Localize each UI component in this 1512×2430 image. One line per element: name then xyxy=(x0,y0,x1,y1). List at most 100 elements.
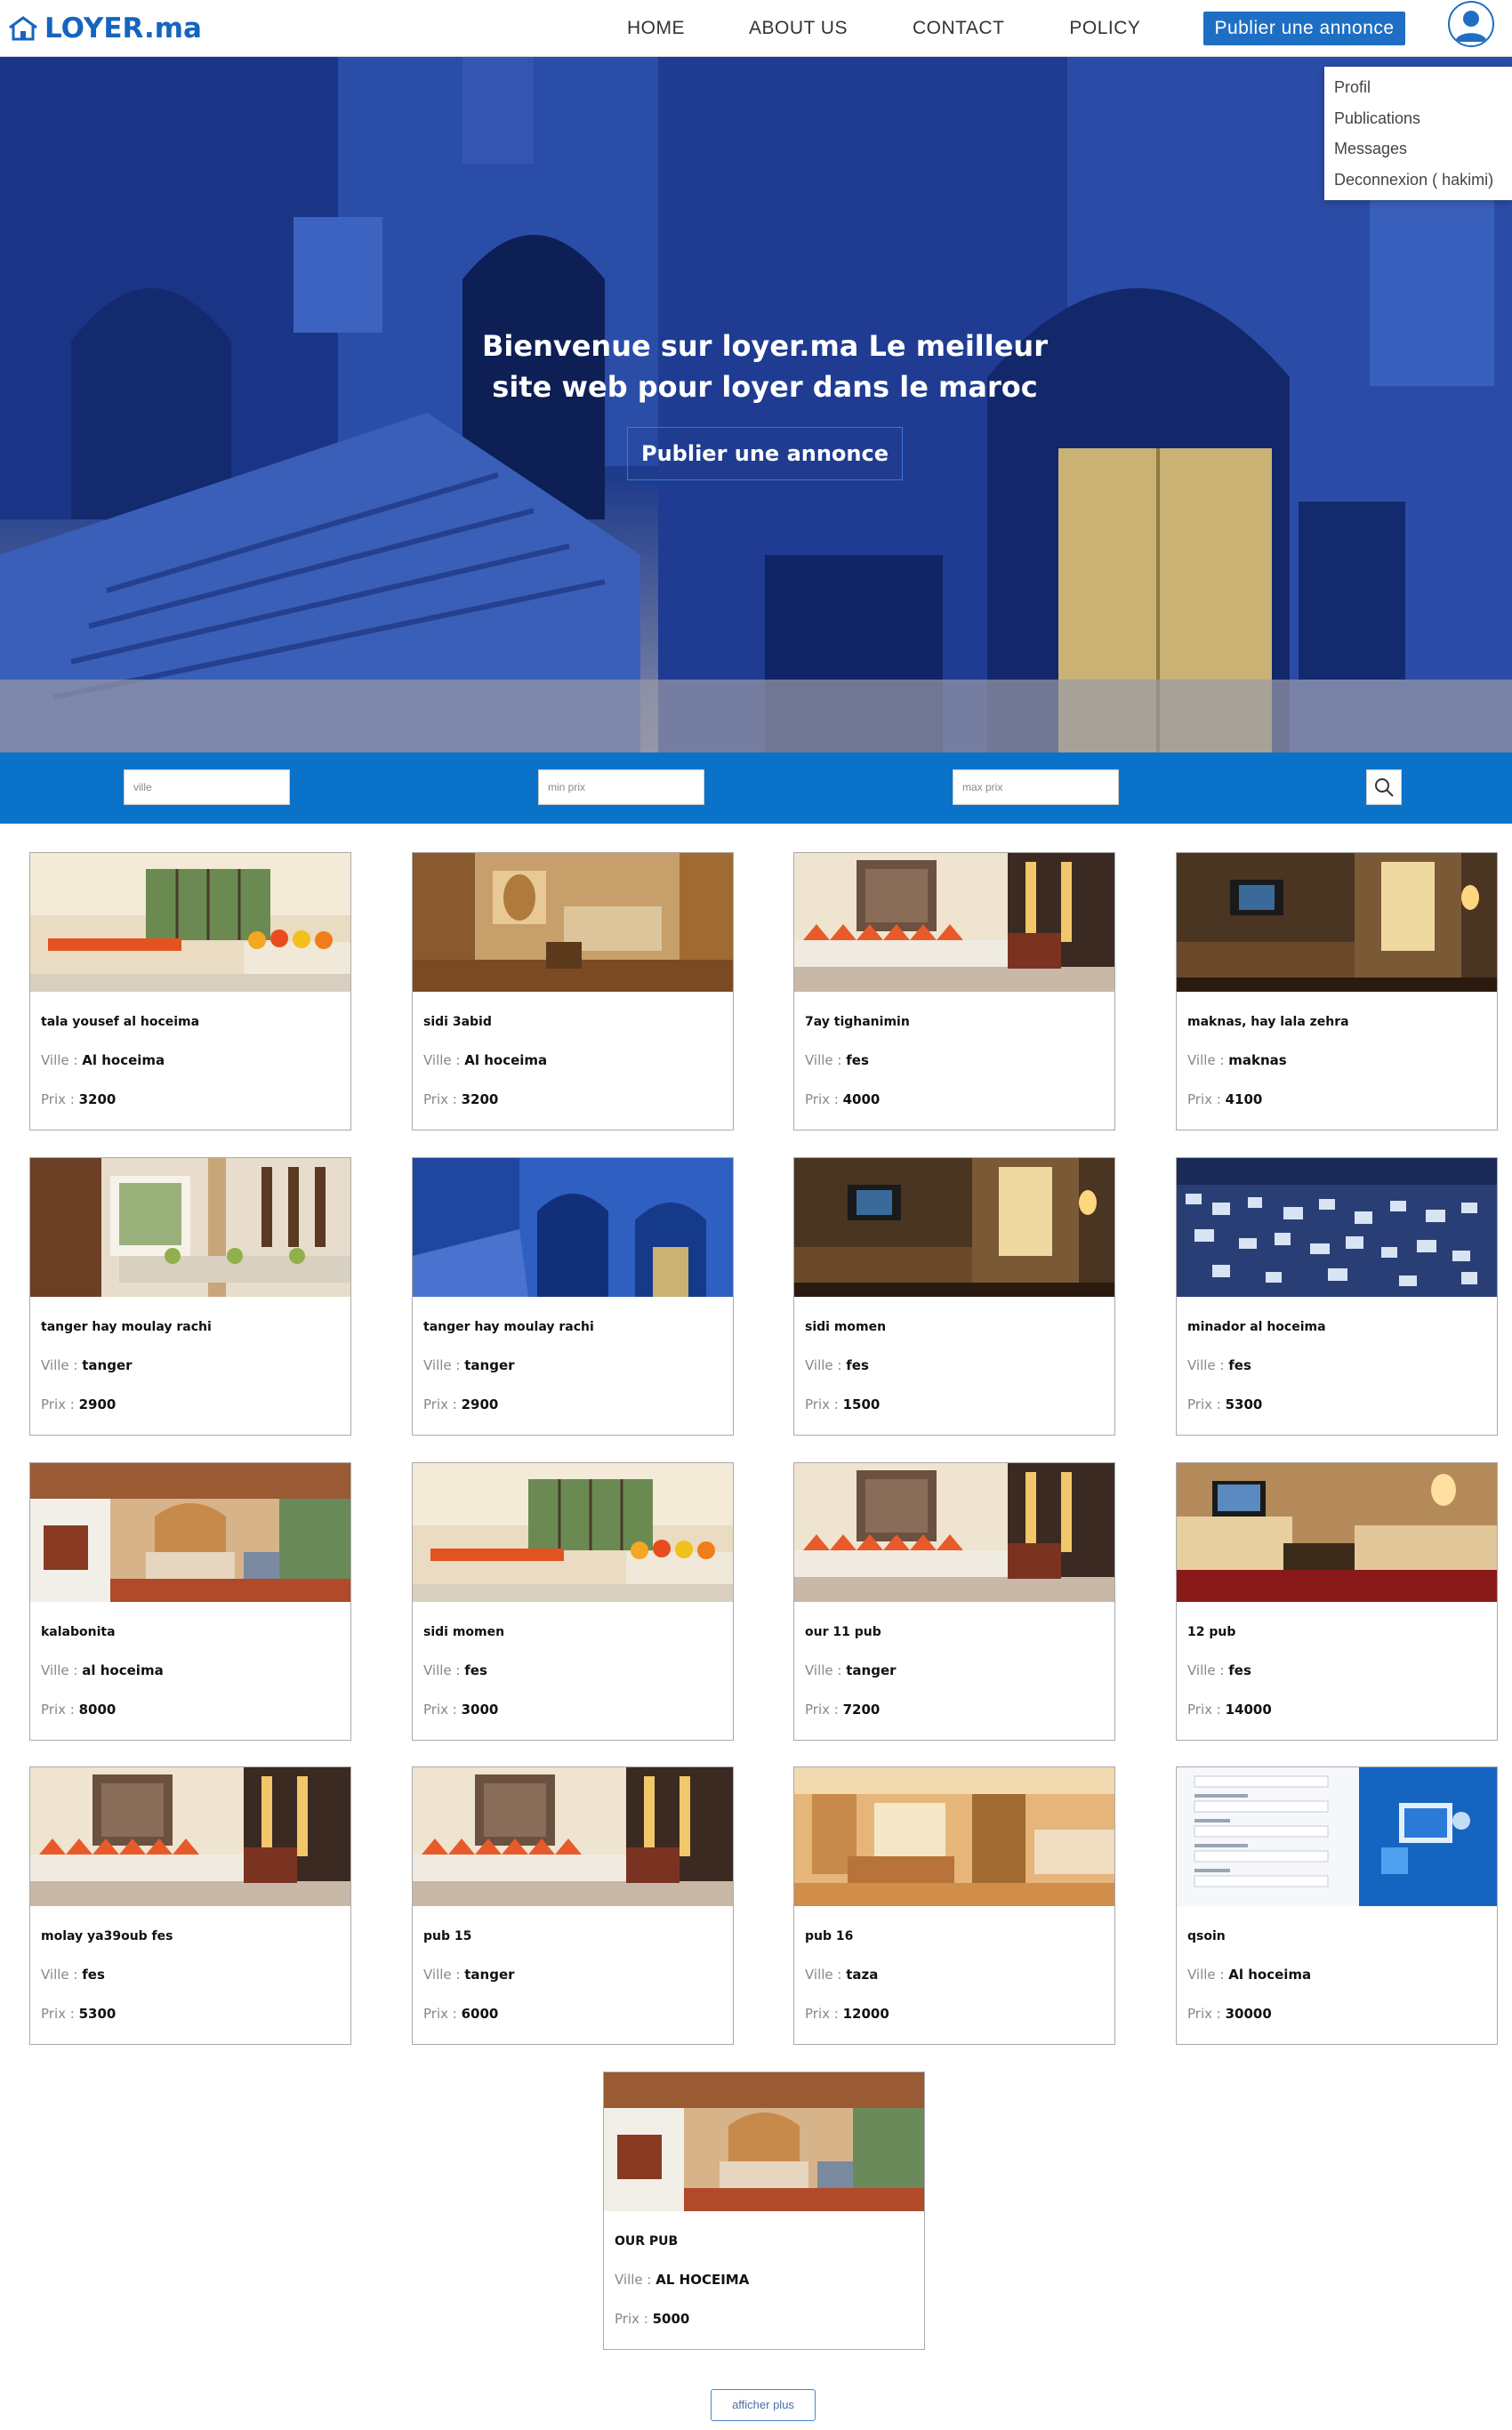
listing-city: Ville : fes xyxy=(805,1052,869,1068)
listing-card[interactable]: OUR PUB Ville : AL HOCEIMA Prix : 5000 xyxy=(603,2072,925,2350)
listing-price: Prix : 6000 xyxy=(423,2006,498,2022)
ville-label: Ville : xyxy=(1187,1662,1229,1678)
listing-card[interactable]: pub 15 Ville : tanger Prix : 6000 xyxy=(412,1766,734,2045)
listing-card[interactable]: kalabonita Ville : al hoceima Prix : 8000 xyxy=(29,1462,351,1741)
listing-price-value: 4100 xyxy=(1225,1091,1263,1107)
main-nav: HOME ABOUT US CONTACT POLICY Publier une… xyxy=(627,0,1405,57)
ville-label: Ville : xyxy=(615,2272,656,2288)
listing-photo xyxy=(1177,1158,1497,1297)
listing-card[interactable]: tanger hay moulay rachi Ville : tanger Pri… xyxy=(29,1157,351,1436)
logo-text: LOYER.ma xyxy=(44,12,202,44)
listing-photo xyxy=(413,1463,733,1602)
ville-input[interactable] xyxy=(124,769,290,805)
hero-title: Bienvenue sur loyer.ma Le meilleur site … xyxy=(0,326,1512,407)
nav-about-us[interactable]: ABOUT US xyxy=(749,18,848,39)
prix-label: Prix : xyxy=(423,1702,462,1718)
menu-item-profil[interactable]: Profil xyxy=(1324,72,1512,103)
ville-label: Ville : xyxy=(423,1662,465,1678)
listing-price-value: 8000 xyxy=(78,1702,117,1718)
listing-city: Ville : tanger xyxy=(41,1357,133,1373)
ville-label: Ville : xyxy=(41,1967,83,1983)
min-price-input[interactable] xyxy=(538,769,704,805)
ville-label: Ville : xyxy=(1187,1357,1229,1373)
listing-image xyxy=(1177,853,1497,992)
listing-city: Ville : al hoceima xyxy=(41,1662,164,1678)
listing-card[interactable]: tala yousef al hoceima Ville : Al hoceima… xyxy=(29,852,351,1131)
menu-item-deconnexion[interactable]: Deconnexion ( hakimi) xyxy=(1324,165,1512,196)
ville-label: Ville : xyxy=(41,1662,83,1678)
listing-title: sidi 3abid xyxy=(423,1015,492,1029)
ville-label: Ville : xyxy=(41,1052,83,1068)
listing-card[interactable]: qsoin Ville : Al hoceima Prix : 30000 xyxy=(1176,1766,1498,2045)
listing-image xyxy=(413,1767,733,1906)
user-dropdown-menu: Profil Publications Messages Deconnexion… xyxy=(1324,67,1512,200)
listing-image xyxy=(794,1463,1114,1602)
listing-price: Prix : 12000 xyxy=(805,2006,889,2022)
nav-policy[interactable]: POLICY xyxy=(1069,18,1140,39)
listing-price: Prix : 8000 xyxy=(41,1702,116,1718)
listing-card[interactable]: sidi 3abid Ville : Al hoceima Prix : 3200 xyxy=(412,852,734,1131)
listing-city: Ville : AL HOCEIMA xyxy=(615,2272,749,2288)
listing-city: Ville : tanger xyxy=(805,1662,897,1678)
listing-card[interactable]: sidi momen Ville : fes Prix : 1500 xyxy=(793,1157,1115,1436)
listing-city: Ville : fes xyxy=(41,1967,105,1983)
prix-label: Prix : xyxy=(1187,1091,1226,1107)
listing-price-value: 12000 xyxy=(842,2006,889,2022)
listing-image xyxy=(1177,1463,1497,1602)
home-icon xyxy=(9,16,37,41)
listing-city-value: al hoceima xyxy=(82,1662,164,1678)
listing-photo xyxy=(794,1463,1114,1602)
listing-title: 7ay tighanimin xyxy=(805,1015,910,1029)
ville-label: Ville : xyxy=(805,1967,847,1983)
listing-card[interactable]: 12 pub Ville : fes Prix : 14000 xyxy=(1176,1462,1498,1741)
ville-label: Ville : xyxy=(805,1662,847,1678)
listing-price-value: 3200 xyxy=(461,1091,499,1107)
listing-title: kalabonita xyxy=(41,1625,116,1639)
nav-contact[interactable]: CONTACT xyxy=(913,18,1004,39)
listing-price-value: 7200 xyxy=(842,1702,881,1718)
listing-price-value: 2900 xyxy=(78,1396,117,1412)
prix-label: Prix : xyxy=(805,2006,843,2022)
listing-image xyxy=(794,1767,1114,1906)
user-avatar-button[interactable] xyxy=(1448,1,1494,47)
prix-label: Prix : xyxy=(805,1091,843,1107)
hero-publish-button[interactable]: Publier une annonce xyxy=(627,427,903,480)
listing-card[interactable]: tanger hay moulay rachi Ville : tanger Pri… xyxy=(412,1157,734,1436)
listing-card[interactable]: minador al hoceima Ville : fes Prix : 5300 xyxy=(1176,1157,1498,1436)
listing-city: Ville : Al hoceima xyxy=(1187,1967,1311,1983)
listing-card[interactable]: maknas, hay lala zehra Ville : maknas Prix… xyxy=(1176,852,1498,1131)
listing-title: sidi momen xyxy=(805,1320,887,1334)
listing-card[interactable]: sidi momen Ville : fes Prix : 3000 xyxy=(412,1462,734,1741)
ville-label: Ville : xyxy=(805,1357,847,1373)
publish-ad-button[interactable]: Publier une annonce xyxy=(1203,12,1405,45)
listing-photo xyxy=(1177,1463,1497,1602)
show-more-button[interactable]: afficher plus xyxy=(711,2389,816,2421)
listing-city-value: Al hoceima xyxy=(464,1052,548,1068)
menu-item-messages[interactable]: Messages xyxy=(1324,133,1512,165)
listing-price: Prix : 1500 xyxy=(805,1396,880,1412)
listing-city-value: tanger xyxy=(82,1357,133,1373)
prix-label: Prix : xyxy=(1187,1396,1226,1412)
listing-price-value: 5000 xyxy=(652,2311,690,2327)
search-button[interactable] xyxy=(1366,769,1402,805)
listing-price: Prix : 2900 xyxy=(41,1396,116,1412)
menu-item-publications[interactable]: Publications xyxy=(1324,103,1512,134)
prix-label: Prix : xyxy=(423,2006,462,2022)
listing-price: Prix : 30000 xyxy=(1187,2006,1272,2022)
search-icon xyxy=(1375,778,1394,797)
listing-card[interactable]: pub 16 Ville : taza Prix : 12000 xyxy=(793,1766,1115,2045)
listing-city-value: tanger xyxy=(464,1967,515,1983)
site-header: LOYER.ma HOME ABOUT US CONTACT POLICY Pu… xyxy=(0,0,1512,57)
site-logo[interactable]: LOYER.ma xyxy=(7,9,202,48)
nav-home[interactable]: HOME xyxy=(627,18,685,39)
listing-city: Ville : taza xyxy=(805,1967,878,1983)
max-price-input[interactable] xyxy=(953,769,1119,805)
listing-card[interactable]: molay ya39oub fes Ville : fes Prix : 5300 xyxy=(29,1766,351,2045)
listing-city-value: fes xyxy=(464,1662,487,1678)
listing-card[interactable]: 7ay tighanimin Ville : fes Prix : 4000 xyxy=(793,852,1115,1131)
listing-photo xyxy=(794,853,1114,992)
listing-image xyxy=(30,1767,350,1906)
listing-city-value: fes xyxy=(82,1967,105,1983)
listing-price-value: 3000 xyxy=(461,1702,499,1718)
listing-card[interactable]: our 11 pub Ville : tanger Prix : 7200 xyxy=(793,1462,1115,1741)
